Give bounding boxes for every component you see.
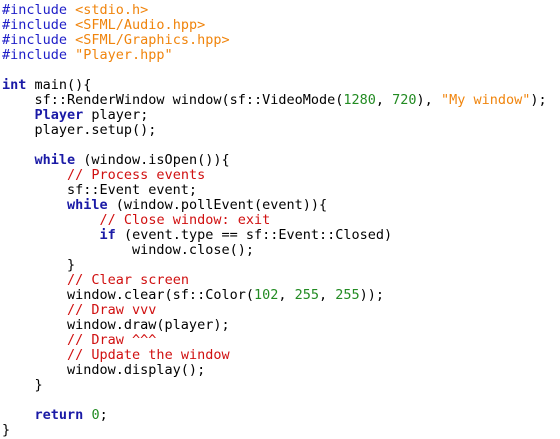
code-line[interactable]: player.setup();: [2, 123, 547, 138]
code-token: ,: [375, 92, 393, 108]
code-line[interactable]: // Update the window: [2, 348, 547, 363]
code-token: player;: [83, 107, 149, 123]
code-token: window.clear(sf::Color(: [2, 287, 254, 303]
code-line[interactable]: }: [2, 258, 547, 273]
code-token: ,: [319, 287, 336, 303]
comment-token: // Close window: exit: [99, 212, 271, 228]
comment-token: // Process events: [67, 167, 206, 183]
keyword-token: while: [34, 152, 76, 168]
code-token: sf::RenderWindow window(sf::VideoMode(: [2, 92, 344, 108]
number-literal: 1280: [343, 92, 376, 108]
code-line[interactable]: window.display();: [2, 363, 547, 378]
type-token: Player: [34, 107, 84, 123]
code-line[interactable]: sf::Event event;: [2, 183, 547, 198]
code-line[interactable]: // Close window: exit: [2, 213, 547, 228]
code-line[interactable]: while (window.isOpen()){: [2, 153, 547, 168]
code-line[interactable]: if (event.type == sf::Event::Closed): [2, 228, 547, 243]
preprocessor-token: #include: [2, 17, 76, 33]
code-line[interactable]: }: [2, 423, 547, 438]
code-line[interactable]: return 0;: [2, 408, 547, 423]
comment-token: // Draw vvv: [67, 302, 157, 318]
code-token: window.display();: [2, 362, 206, 378]
code-token: window.draw(player);: [2, 317, 230, 333]
string-literal: <SFML/Audio.hpp>: [75, 17, 206, 33]
number-literal: 0: [91, 407, 100, 423]
code-token: (window.isOpen()){: [75, 152, 230, 168]
preprocessor-token: #include: [2, 2, 76, 18]
code-token: (event.type == sf::Event::Closed): [115, 227, 393, 243]
code-line[interactable]: int main(){: [2, 78, 547, 93]
code-line[interactable]: [2, 138, 547, 153]
code-line[interactable]: sf::RenderWindow window(sf::VideoMode(12…: [2, 93, 547, 108]
number-literal: 720: [392, 92, 417, 108]
code-line[interactable]: #include <stdio.h>: [2, 3, 547, 18]
keyword-token: return: [34, 407, 84, 423]
code-line[interactable]: window.clear(sf::Color(102, 255, 255));: [2, 288, 547, 303]
code-token: window.close();: [2, 242, 254, 258]
code-area[interactable]: #include <stdio.h> #include <SFML/Audio.h…: [2, 3, 547, 438]
code-line[interactable]: #include <SFML/Audio.hpp>: [2, 18, 547, 33]
code-line[interactable]: [2, 63, 547, 78]
comment-token: // Update the window: [67, 347, 230, 363]
code-token: ;: [99, 407, 108, 423]
code-line[interactable]: // Draw ^^^: [2, 333, 547, 348]
preprocessor-token: #include: [2, 47, 76, 63]
code-line[interactable]: // Draw vvv: [2, 303, 547, 318]
code-token: ,: [278, 287, 295, 303]
keyword-token: int: [2, 77, 27, 93]
code-line[interactable]: #include <SFML/Graphics.hpp>: [2, 33, 547, 48]
keyword-token: if: [99, 227, 116, 243]
code-token: player.setup();: [2, 122, 157, 138]
number-literal: 255: [335, 287, 360, 303]
code-token: (window.pollEvent(event)){: [107, 197, 328, 213]
code-token: ));: [359, 287, 385, 303]
code-line[interactable]: // Clear screen: [2, 273, 547, 288]
code-line[interactable]: Player player;: [2, 108, 547, 123]
string-literal: "My window": [440, 92, 531, 108]
code-token: );: [530, 92, 547, 108]
string-literal: <SFML/Graphics.hpp>: [75, 32, 230, 48]
code-line[interactable]: }: [2, 378, 547, 393]
comment-token: // Clear screen: [67, 272, 189, 288]
code-token: main(){: [26, 77, 92, 93]
keyword-token: while: [67, 197, 108, 213]
code-line[interactable]: window.draw(player);: [2, 318, 547, 333]
code-token: sf::Event event;: [2, 182, 198, 198]
code-line[interactable]: [2, 393, 547, 408]
code-line[interactable]: window.close();: [2, 243, 547, 258]
code-token: }: [2, 377, 43, 393]
number-literal: 102: [253, 287, 279, 303]
comment-token: // Draw ^^^: [67, 332, 157, 348]
number-literal: 255: [294, 287, 320, 303]
code-line[interactable]: while (window.pollEvent(event)){: [2, 198, 547, 213]
code-token: }: [2, 257, 76, 273]
code-line[interactable]: // Process events: [2, 168, 547, 183]
preprocessor-token: #include: [2, 32, 76, 48]
code-token: }: [2, 422, 11, 438]
string-literal: "Player.hpp": [75, 47, 173, 63]
code-editor[interactable]: #include <stdio.h> #include <SFML/Audio.h…: [0, 0, 560, 439]
string-literal: <stdio.h>: [75, 2, 149, 18]
code-line[interactable]: #include "Player.hpp": [2, 48, 547, 63]
code-token: ),: [416, 92, 441, 108]
